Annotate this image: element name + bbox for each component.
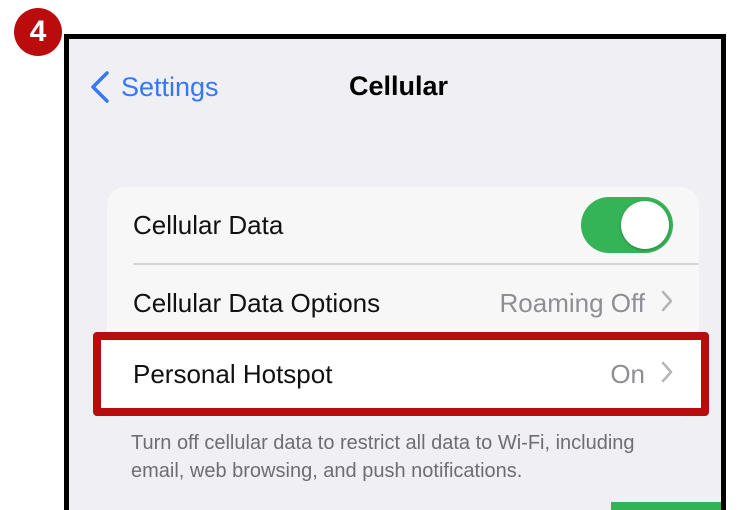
chevron-left-icon [91, 71, 109, 103]
personal-hotspot-value: On [610, 358, 645, 389]
back-button-label: Settings [121, 71, 219, 102]
page-title: Cellular [349, 71, 449, 101]
partial-toggle-edge [611, 502, 721, 510]
cellular-data-options-label: Cellular Data Options [133, 287, 381, 318]
back-button[interactable]: Settings [91, 67, 219, 107]
cellular-data-options-row[interactable]: Cellular Data Options Roaming Off [107, 265, 699, 341]
cellular-data-row: Cellular Data [107, 187, 699, 263]
navigation-bar: Settings Cellular [69, 39, 721, 129]
step-number-badge: 4 [14, 8, 62, 56]
cellular-data-label: Cellular Data [133, 209, 284, 240]
personal-hotspot-row[interactable]: Personal Hotspot On [93, 332, 709, 416]
cellular-data-footer-note: Turn off cellular data to restrict all d… [131, 432, 635, 482]
toggle-knob [621, 201, 669, 249]
personal-hotspot-label: Personal Hotspot [133, 358, 333, 389]
cellular-data-options-value: Roaming Off [499, 287, 645, 318]
phone-screen: Settings Cellular Cellular Data Cellular… [64, 34, 726, 510]
cellular-data-toggle[interactable] [581, 197, 673, 253]
chevron-right-icon [661, 361, 673, 388]
chevron-right-icon [661, 290, 673, 317]
